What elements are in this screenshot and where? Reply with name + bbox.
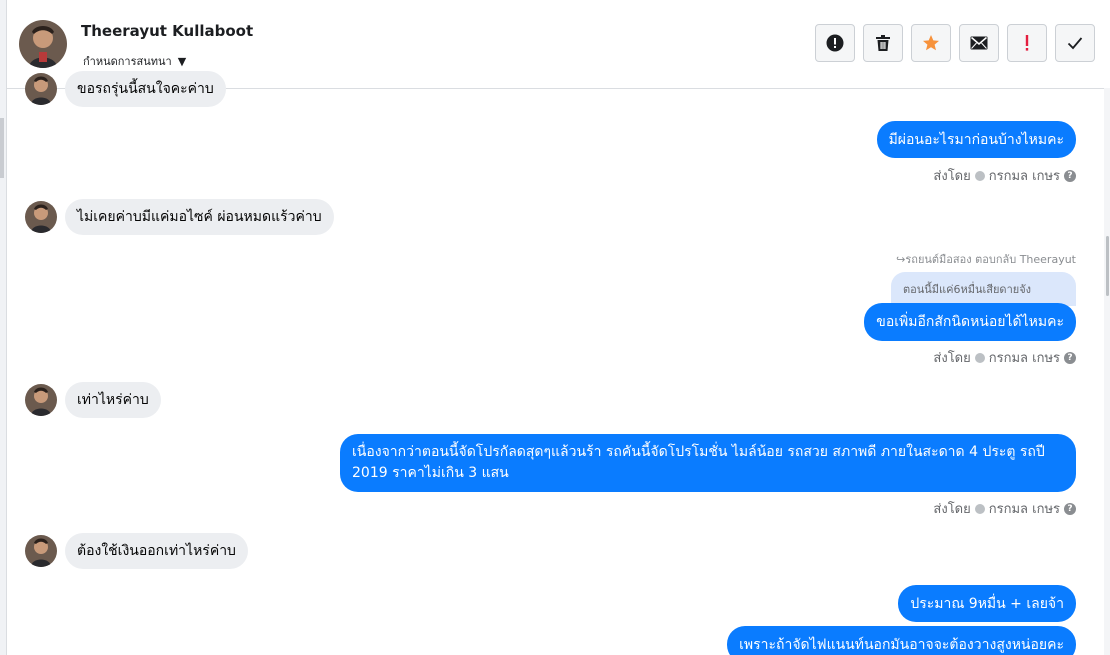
- verified-icon: [974, 503, 985, 514]
- reply-arrow-icon: ↪: [896, 253, 906, 266]
- left-panel-edge: [0, 0, 7, 655]
- left-scroll-indicator: [0, 118, 4, 178]
- star-button[interactable]: [911, 24, 951, 62]
- sent-by-label: ส่งโดย: [933, 502, 971, 517]
- messenger-window: Theerayut Kullaboot กำหนดการสนทนา ▼ ขอรถ…: [0, 0, 1110, 655]
- scrollbar-thumb[interactable]: [1106, 236, 1109, 296]
- outgoing-message: ขอเพิ่มอีกสักนิดหน่อยได้ไหมคะ: [864, 303, 1076, 341]
- verified-icon: [974, 352, 985, 363]
- reply-context: ↪รถยนต์มือสอง ตอบกลับ Theerayut: [896, 250, 1076, 268]
- message-thread: ขอรถรุ่นนี้สนใจคะค่าบ มีผ่อนอะไรมาก่อนบ้…: [7, 71, 1104, 655]
- quoted-message: ตอนนี้มีแค่6หมื่นเสียดายจัง: [891, 272, 1076, 306]
- outgoing-message: เพราะถ้าจัดไฟแนนท์นอกมันอาจจะต้องวางสูงห…: [727, 626, 1076, 655]
- help-icon[interactable]: ?: [1064, 502, 1076, 515]
- important-button[interactable]: [1007, 24, 1047, 62]
- incoming-message: ขอรถรุ่นนี้สนใจคะค่าบ: [25, 71, 226, 107]
- conversation-options-label: กำหนดการสนทนา: [83, 55, 172, 68]
- incoming-message: ไม่เคยค่าบมีแค่มอไซค์ ผ่อนหมดแร้วค่าบ: [25, 199, 334, 235]
- sent-by-agent: กรกมล เกษร: [988, 169, 1060, 184]
- contact-name: Theerayut Kullaboot: [81, 22, 254, 40]
- envelope-icon: [970, 36, 988, 50]
- sent-by-info: ส่งโดย กรกมล เกษร ?: [933, 165, 1076, 186]
- sent-by-label: ส่งโดย: [933, 351, 971, 366]
- sent-by-agent: กรกมล เกษร: [988, 502, 1060, 517]
- incoming-message: เท่าไหร่ค่าบ: [25, 382, 161, 418]
- sent-by-agent: กรกมล เกษร: [988, 351, 1060, 366]
- exclamation-circle-icon: [826, 34, 844, 52]
- mail-button[interactable]: [959, 24, 999, 62]
- sent-by-info: ส่งโดย กรกมล เกษร ?: [933, 498, 1076, 519]
- alert-button[interactable]: [815, 24, 855, 62]
- conversation-actions: [815, 24, 1095, 62]
- incoming-message: ต้องใช้เงินออกเท่าไหร่ค่าบ: [25, 533, 248, 569]
- check-icon: [1067, 37, 1083, 50]
- caret-down-icon: ▼: [177, 54, 187, 68]
- sender-avatar: [25, 73, 57, 105]
- outgoing-message: มีผ่อนอะไรมาก่อนบ้างไหมคะ: [876, 121, 1076, 158]
- sender-avatar: [25, 384, 57, 416]
- message-bubble: ขอรถรุ่นนี้สนใจคะค่าบ: [65, 71, 226, 107]
- message-bubble: ต้องใช้เงินออกเท่าไหร่ค่าบ: [65, 533, 248, 569]
- help-icon[interactable]: ?: [1064, 169, 1076, 182]
- conversation-options-dropdown[interactable]: กำหนดการสนทนา ▼: [83, 52, 186, 70]
- sender-avatar: [25, 535, 57, 567]
- message-bubble: ไม่เคยค่าบมีแค่มอไซค์ ผ่อนหมดแร้วค่าบ: [65, 199, 334, 235]
- sender-avatar: [25, 201, 57, 233]
- message-bubble: เท่าไหร่ค่าบ: [65, 382, 161, 418]
- outgoing-message: ประมาณ 9หมื่น + เลยจ้า: [898, 585, 1076, 622]
- outgoing-message: เนื่องจากว่าตอนนี้จัดโปรกัลดสุดๆแล้วนร้า…: [340, 434, 1076, 492]
- sent-by-info: ส่งโดย กรกมล เกษร ?: [933, 347, 1076, 368]
- done-button[interactable]: [1055, 24, 1095, 62]
- exclamation-icon: [1025, 35, 1029, 51]
- verified-icon: [974, 170, 985, 181]
- delete-button[interactable]: [863, 24, 903, 62]
- reply-context-label: รถยนต์มือสอง ตอบกลับ Theerayut: [905, 253, 1076, 266]
- contact-avatar[interactable]: [19, 20, 67, 68]
- star-icon: [923, 35, 939, 51]
- trash-icon: [876, 35, 890, 51]
- help-icon[interactable]: ?: [1064, 351, 1076, 364]
- sent-by-label: ส่งโดย: [933, 169, 971, 184]
- thread-scrollbar[interactable]: [1104, 88, 1110, 655]
